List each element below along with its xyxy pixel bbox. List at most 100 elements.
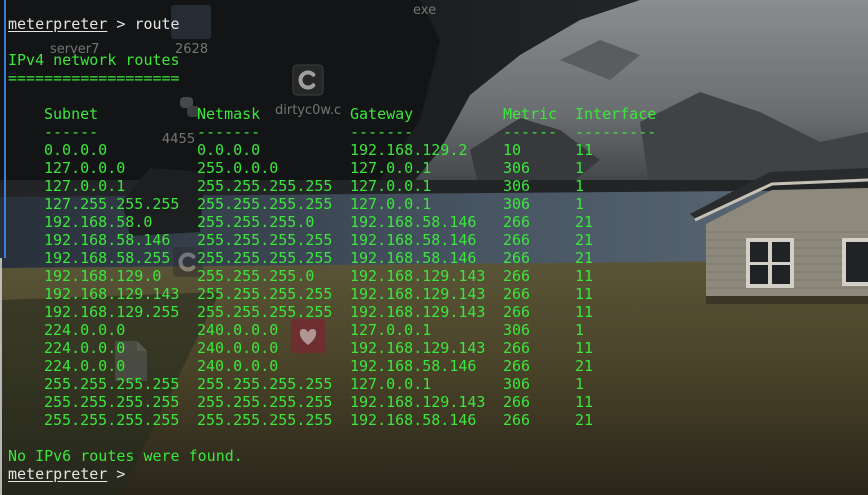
table-row: 255.255.255.255 255.255.255.255 192.168.12…: [8, 393, 858, 411]
route-subnet: 127.0.0.1: [44, 177, 126, 195]
route-netmask: 255.255.255.0: [197, 267, 315, 285]
ipv6-message: No IPv6 routes were found.: [8, 447, 243, 465]
table-row: 127.0.0.0 255.0.0.0 127.0.0.1 306 1: [8, 159, 858, 177]
route-interface: 21: [575, 357, 594, 375]
ipv4-title-rule: ===================: [8, 69, 180, 87]
route-netmask: 0.0.0.0: [197, 141, 261, 159]
table-row: 192.168.58.0 255.255.255.0 192.168.58.146 2…: [8, 213, 858, 231]
route-subnet: 192.168.129.143: [44, 285, 180, 303]
route-interface: 21: [575, 231, 594, 249]
route-netmask: 240.0.0.0: [197, 321, 279, 339]
route-interface: 1: [575, 375, 585, 393]
route-netmask: 240.0.0.0: [197, 357, 279, 375]
route-gateway: 127.0.0.1: [350, 159, 432, 177]
table-row: 224.0.0.0 240.0.0.0 192.168.129.143 266 11: [8, 339, 858, 357]
route-gateway: 192.168.129.143: [350, 285, 486, 303]
route-metric: 266: [503, 267, 531, 285]
route-gateway: 192.168.58.146: [350, 249, 477, 267]
column-rule: -------: [350, 123, 414, 141]
column-rule: ---------: [575, 123, 657, 141]
route-interface: 21: [575, 249, 594, 267]
terminal-window[interactable]: meterpreter > route IPv4 network routes …: [8, 15, 858, 485]
column-rule: -------: [197, 123, 261, 141]
route-metric: 266: [503, 213, 531, 231]
table-row: 192.168.129.255 255.255.255.255 192.168.12…: [8, 303, 858, 321]
column-rule: ------: [44, 123, 99, 141]
route-subnet: 224.0.0.0: [44, 357, 126, 375]
table-row: 224.0.0.0 240.0.0.0 127.0.0.1 306 1: [8, 321, 858, 339]
route-gateway: 127.0.0.1: [350, 177, 432, 195]
route-subnet: 192.168.129.0: [44, 267, 162, 285]
route-interface: 11: [575, 267, 594, 285]
route-metric: 306: [503, 177, 531, 195]
prompt-separator: >: [107, 465, 126, 483]
route-subnet: 0.0.0.0: [44, 141, 108, 159]
route-interface: 11: [575, 141, 594, 159]
route-subnet: 192.168.129.255: [44, 303, 180, 321]
route-gateway: 192.168.129.2: [350, 141, 468, 159]
command-line: meterpreter > route: [8, 15, 858, 33]
route-gateway: 192.168.129.143: [350, 339, 486, 357]
table-row: 224.0.0.0 240.0.0.0 192.168.58.146 266 21: [8, 357, 858, 375]
route-metric: 266: [503, 285, 531, 303]
column-header-metric: Metric: [503, 105, 558, 123]
route-subnet: 224.0.0.0: [44, 339, 126, 357]
route-interface: 11: [575, 339, 594, 357]
table-row: 0.0.0.0 0.0.0.0 192.168.129.2 10 11: [8, 141, 858, 159]
route-interface: 1: [575, 321, 585, 339]
table-row: 192.168.129.0 255.255.255.0 192.168.129.14…: [8, 267, 858, 285]
column-rule: ------: [503, 123, 558, 141]
route-gateway: 127.0.0.1: [350, 321, 432, 339]
route-metric: 306: [503, 375, 531, 393]
terminal-input-line[interactable]: meterpreter >: [8, 465, 858, 483]
route-gateway: 192.168.129.143: [350, 303, 486, 321]
route-metric: 266: [503, 339, 531, 357]
prompt-label: meterpreter: [8, 15, 108, 33]
window-border: [4, 0, 6, 258]
route-metric: 266: [503, 303, 531, 321]
route-interface: 11: [575, 285, 594, 303]
prompt-separator: >: [107, 15, 135, 33]
route-interface: 11: [575, 393, 594, 411]
route-subnet: 192.168.58.0: [44, 213, 153, 231]
column-header-subnet: Subnet: [44, 105, 99, 123]
route-metric: 266: [503, 357, 531, 375]
route-netmask: 255.255.255.255: [197, 195, 333, 213]
route-gateway: 192.168.58.146: [350, 357, 477, 375]
screen: exe server7 2628 dirtyc0w.c 4455 meterpr…: [0, 0, 868, 495]
route-interface: 11: [575, 303, 594, 321]
route-metric: 266: [503, 411, 531, 429]
command-text: route: [134, 15, 180, 33]
column-header-gateway: Gateway: [350, 105, 414, 123]
route-metric: 266: [503, 249, 531, 267]
window-edge: [0, 258, 2, 495]
route-netmask: 255.0.0.0: [197, 159, 279, 177]
route-subnet: 192.168.58.255: [44, 249, 171, 267]
route-netmask: 255.255.255.255: [197, 303, 333, 321]
route-netmask: 255.255.255.0: [197, 213, 315, 231]
route-gateway: 192.168.129.143: [350, 267, 486, 285]
route-subnet: 255.255.255.255: [44, 411, 180, 429]
column-header-netmask: Netmask: [197, 105, 261, 123]
route-subnet: 127.0.0.0: [44, 159, 126, 177]
column-header-interface: Interface: [575, 105, 657, 123]
route-gateway: 192.168.58.146: [350, 213, 477, 231]
route-netmask: 255.255.255.255: [197, 393, 333, 411]
route-interface: 21: [575, 411, 594, 429]
table-header: Subnet Netmask Gateway Metric Interface: [8, 105, 858, 123]
table-row: 127.0.0.1 255.255.255.255 127.0.0.1 306 1: [8, 177, 858, 195]
route-gateway: 127.0.0.1: [350, 195, 432, 213]
route-interface: 1: [575, 159, 585, 177]
route-table-body: 0.0.0.0 0.0.0.0 192.168.129.2 10 11 127.0.0.0…: [8, 141, 858, 429]
route-interface: 21: [575, 213, 594, 231]
ipv4-title: IPv4 network routes: [8, 51, 180, 69]
route-subnet: 255.255.255.255: [44, 393, 180, 411]
route-subnet: 255.255.255.255: [44, 375, 180, 393]
table-header-rule: ------ ------- ------- ------ ---------: [8, 123, 858, 141]
table-row: 192.168.58.146 255.255.255.255 192.168.58.…: [8, 231, 858, 249]
route-netmask: 255.255.255.255: [197, 411, 333, 429]
route-gateway: 192.168.129.143: [350, 393, 486, 411]
